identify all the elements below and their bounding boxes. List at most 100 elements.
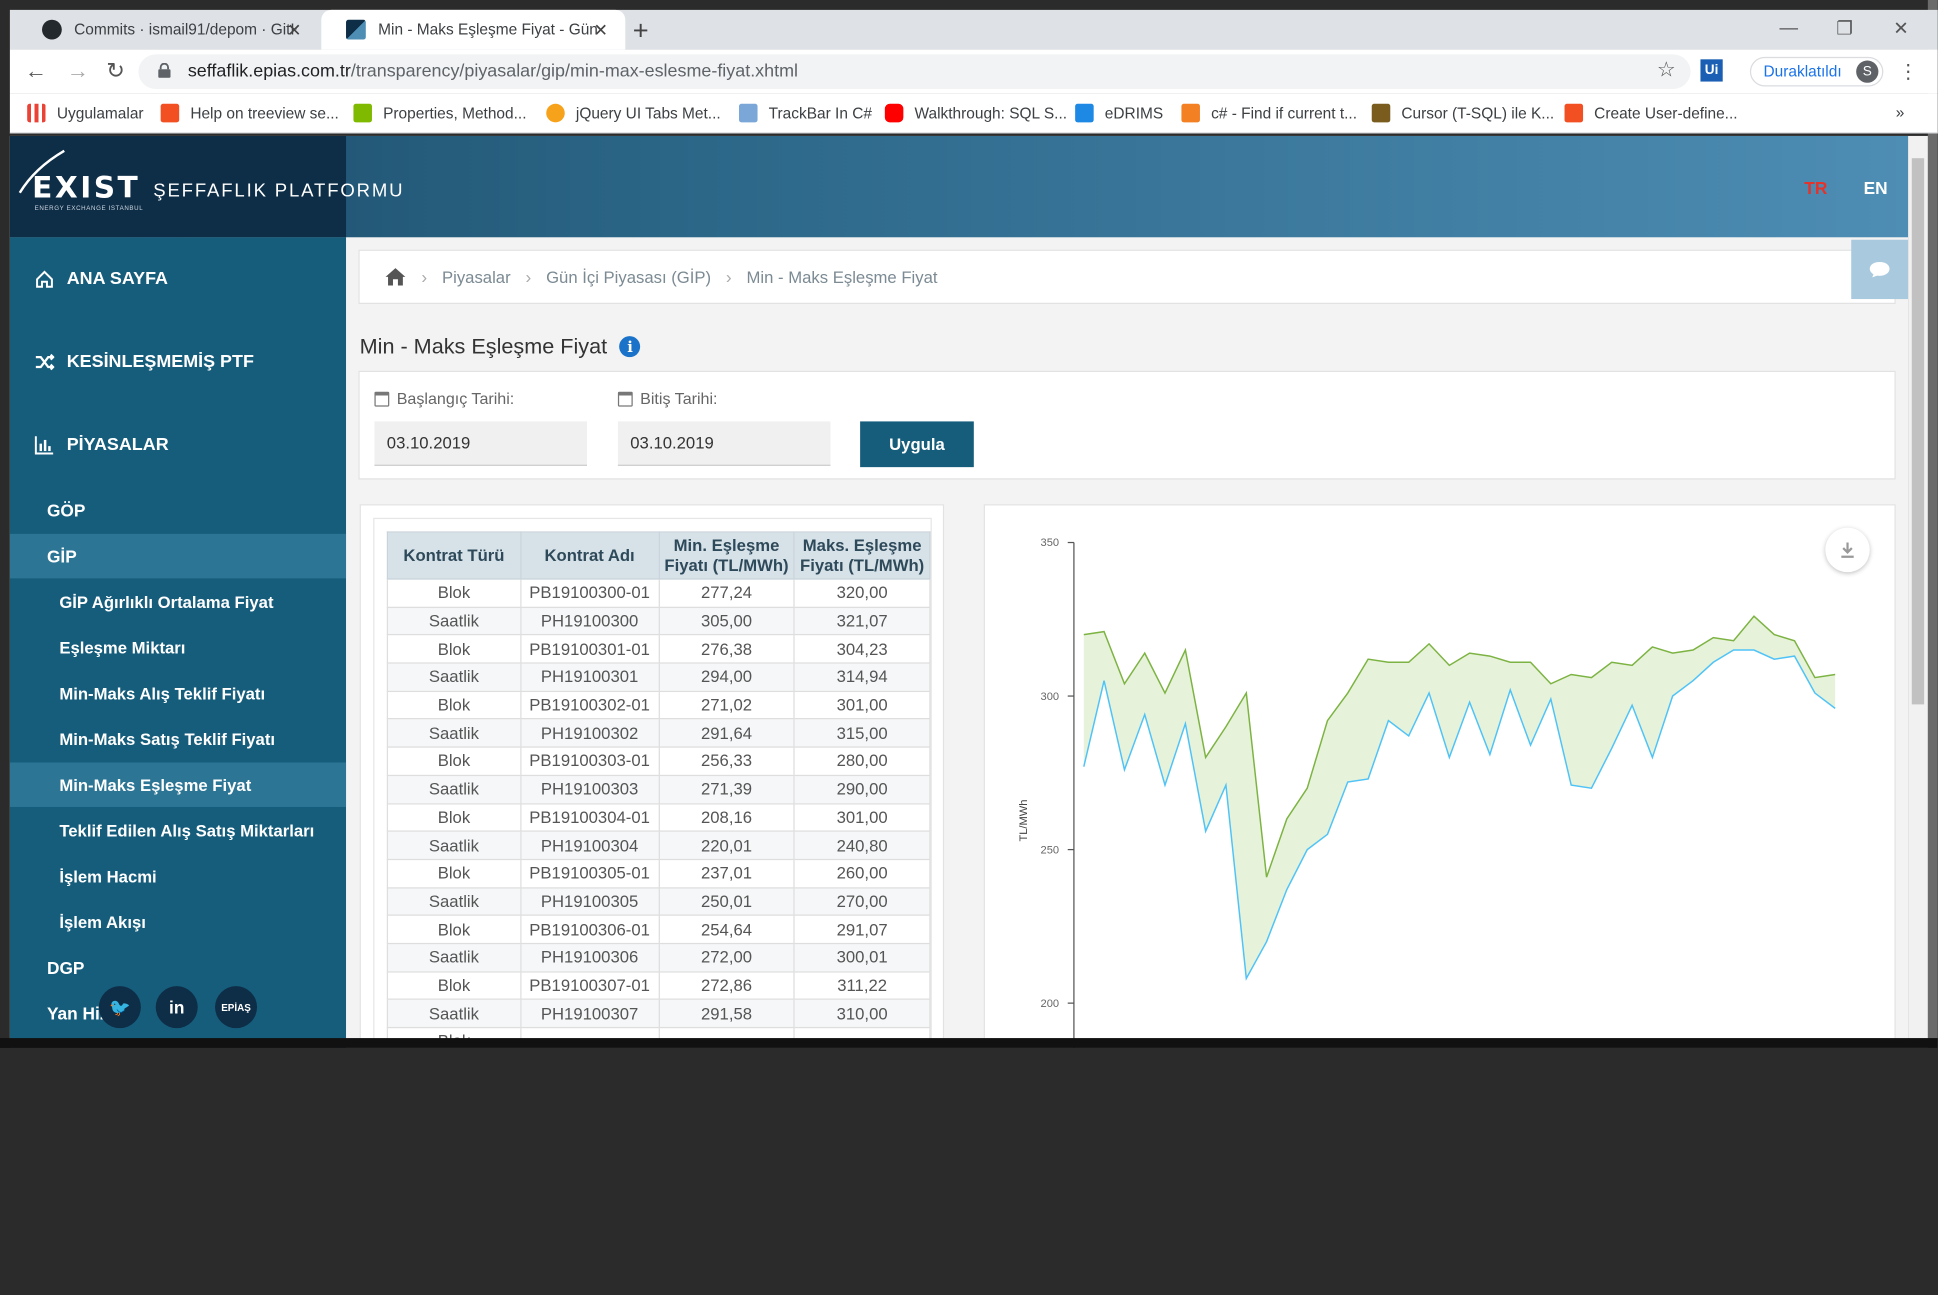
filter-panel: Başlangıç Tarihi: 03.10.2019 Bitiş Tarih…	[358, 370, 1896, 480]
download-button[interactable]	[1825, 527, 1870, 573]
sidebar-item-home[interactable]: ANA SAYFA	[35, 269, 168, 289]
table-row[interactable]: Blok PB19100307-01 272,86 311,22	[386, 970, 931, 1001]
table-cell: PH19100300	[519, 606, 660, 636]
start-date-input[interactable]: 03.10.2019	[374, 421, 588, 466]
table-row[interactable]: Saatlik PH19100307 291,58 310,00	[386, 998, 931, 1029]
table-row[interactable]: Saatlik PH19100302 291,64 315,00	[386, 718, 931, 748]
forward-icon[interactable]: →	[67, 58, 89, 84]
sidebar-item-trade-flow[interactable]: İşlem Akışı	[10, 900, 346, 944]
column-header[interactable]: Min. Eşleşme Fiyatı (TL/MWh)	[658, 531, 795, 580]
epias-icon[interactable]: EPİAŞ	[215, 986, 258, 1029]
end-date-input[interactable]: 03.10.2019	[617, 421, 831, 466]
table-row[interactable]: Saatlik PH19100305 250,01 270,00	[386, 886, 931, 917]
table-cell: PB19100305-01	[519, 858, 660, 888]
close-window-icon[interactable]: ✕	[1893, 17, 1909, 40]
sidebar-item-min-max-offer[interactable]: Min-Maks Satış Teklif Fiyatı	[10, 717, 346, 761]
chat-button[interactable]	[1851, 239, 1909, 300]
bookmark-item[interactable]: jQuery UI Tabs Met...	[546, 103, 721, 123]
y-tick-label: 200	[1041, 998, 1060, 1010]
bookmark-star-icon[interactable]: ☆	[1657, 58, 1676, 83]
table-cell: 280,00	[793, 746, 931, 776]
bookmark-label: Create User-define...	[1594, 104, 1738, 122]
table-row[interactable]: Blok PB19100301-01 276,38 304,23	[386, 634, 931, 664]
linkedin-icon[interactable]: in	[155, 986, 198, 1029]
back-icon[interactable]: ←	[25, 58, 47, 84]
close-tab-icon[interactable]: ✕	[287, 20, 302, 41]
sidebar-item-dgp[interactable]: DGP	[10, 945, 346, 989]
bookmark-item[interactable]: Properties, Method...	[353, 103, 526, 123]
table-row[interactable]: Blok PB19100306-01 254,64 291,07	[386, 914, 931, 945]
sidebar-item-gip-average[interactable]: GİP Ağırlıklı Ortalama Fiyat	[10, 580, 346, 624]
table-cell: 291,64	[658, 718, 795, 748]
breadcrumb-item[interactable]: Gün İçi Piyasası (GİP)	[546, 268, 711, 287]
lang-en-link[interactable]: EN	[1864, 178, 1888, 198]
scrollbar-thumb[interactable]	[1911, 158, 1925, 705]
bookmark-item[interactable]: c# - Find if current t...	[1181, 103, 1357, 123]
bookmark-label: Cursor (T-SQL) ile K...	[1401, 104, 1555, 122]
edrims-icon	[1075, 103, 1094, 123]
bookmark-item[interactable]: eDRIMS	[1075, 103, 1164, 123]
table-cell: 294,00	[658, 662, 795, 692]
close-tab-icon[interactable]: ✕	[594, 20, 609, 41]
sidebar-item-gop[interactable]: GÖP	[10, 488, 346, 532]
bookmark-item[interactable]: TrackBar In C#	[739, 103, 872, 123]
breadcrumb-item[interactable]: Piyasalar	[442, 268, 511, 287]
table-row[interactable]: Blok PB19100302-01 271,02 301,00	[386, 690, 931, 720]
bar-chart-icon	[34, 436, 54, 455]
table-cell: 271,02	[658, 690, 795, 720]
apply-button[interactable]: Uygula	[860, 421, 974, 468]
logo-text: EXIST	[32, 170, 141, 206]
table-row[interactable]: Blok PB19100300-01 277,24 320,00	[386, 578, 931, 608]
bookmark-item[interactable]: Create User-define...	[1564, 103, 1738, 123]
table-row[interactable]: Saatlik PH19100306 272,00 300,01	[386, 942, 931, 973]
bookmark-item[interactable]: Uygulamalar	[27, 103, 144, 123]
bookmark-label: eDRIMS	[1104, 104, 1164, 122]
sidebar-item-gip[interactable]: GİP	[9, 533, 347, 579]
table-row[interactable]: Saatlik PH19100304 220,01 240,80	[386, 830, 931, 860]
tab-epias[interactable]: Min - Maks Eşleşme Fiyat - Gün İ ✕	[321, 9, 626, 50]
bookmark-item[interactable]: Help on treeview se...	[160, 103, 339, 123]
column-header[interactable]: Kontrat Adı	[519, 531, 660, 580]
github-icon	[42, 19, 62, 40]
column-header[interactable]: Kontrat Türü	[386, 531, 522, 580]
table-cell: PH19100302	[519, 718, 660, 748]
new-tab-icon[interactable]: +	[633, 15, 649, 47]
menu-icon[interactable]: ⋮	[1898, 59, 1918, 84]
table-row[interactable]: Saatlik PH19100301 294,00 314,94	[386, 662, 931, 692]
table-row[interactable]: Blok PB19100304-01 208,16 301,00	[386, 802, 931, 832]
minimize-icon[interactable]: —	[1780, 17, 1799, 38]
lang-tr-link[interactable]: TR	[1804, 178, 1827, 198]
sidebar-item-ptf[interactable]: KESİNLEŞMEMİŞ PTF	[35, 352, 254, 372]
site-title: ŞEFFAFLIK PLATFORMU	[153, 180, 405, 202]
table-row[interactable]: Saatlik PH19100303 271,39 290,00	[386, 774, 931, 804]
info-icon[interactable]: i	[619, 336, 641, 358]
sidebar-item-min-max-bid[interactable]: Min-Maks Alış Teklif Fiyatı	[10, 671, 346, 715]
bookmark-item[interactable]: Walkthrough: SQL S...	[884, 103, 1067, 123]
sidebar-item-min-max-match[interactable]: Min-Maks Eşleşme Fiyat	[9, 762, 347, 807]
restore-icon[interactable]: ❐	[1836, 17, 1853, 40]
table-row[interactable]: Saatlik PH19100300 305,00 321,07	[386, 606, 931, 636]
sidebar-item-match-amount[interactable]: Eşleşme Miktarı	[10, 625, 346, 669]
page-scrollbar[interactable]	[1908, 135, 1928, 1048]
reload-icon[interactable]: ↻	[106, 58, 125, 84]
sidebar-item-bid-offer-quantities[interactable]: Teklif Edilen Alış Satış Miktarları	[10, 808, 346, 852]
table-cell: 208,16	[658, 802, 795, 832]
twitter-icon[interactable]: 🐦	[98, 986, 141, 1029]
table-cell: 254,64	[658, 914, 795, 945]
tab-github[interactable]: Commits · ismail91/depom · GitH ✕	[17, 10, 319, 50]
bookmarks-more[interactable]: »	[1896, 104, 1905, 121]
table-cell: 277,24	[658, 578, 795, 608]
table-row[interactable]: Blok PB19100305-01 237,01 260,00	[386, 858, 931, 888]
profile-button[interactable]: Duraklatıldı S	[1749, 56, 1884, 87]
home-icon[interactable]	[384, 267, 406, 287]
table-row[interactable]: Blok PB19100303-01 256,33 280,00	[386, 746, 931, 776]
table-cell: PB19100304-01	[519, 802, 660, 832]
price-table: Kontrat Türü Kontrat Adı Min. Eşleşme Fi…	[386, 531, 931, 1048]
column-header[interactable]: Maks. Eşleşme Fiyatı (TL/MWh)	[793, 531, 931, 580]
address-bar[interactable]: seffaflik.epias.com.tr/transparency/piya…	[138, 54, 1691, 89]
sidebar-item-trade-volume[interactable]: İşlem Hacmi	[10, 854, 346, 898]
bookmark-item[interactable]: Cursor (T-SQL) ile K...	[1371, 103, 1555, 123]
uipath-extension-icon[interactable]: Ui	[1700, 59, 1723, 82]
sidebar-item-markets[interactable]: PİYASALAR	[34, 435, 169, 455]
breadcrumb-item: Min - Maks Eşleşme Fiyat	[746, 267, 938, 287]
